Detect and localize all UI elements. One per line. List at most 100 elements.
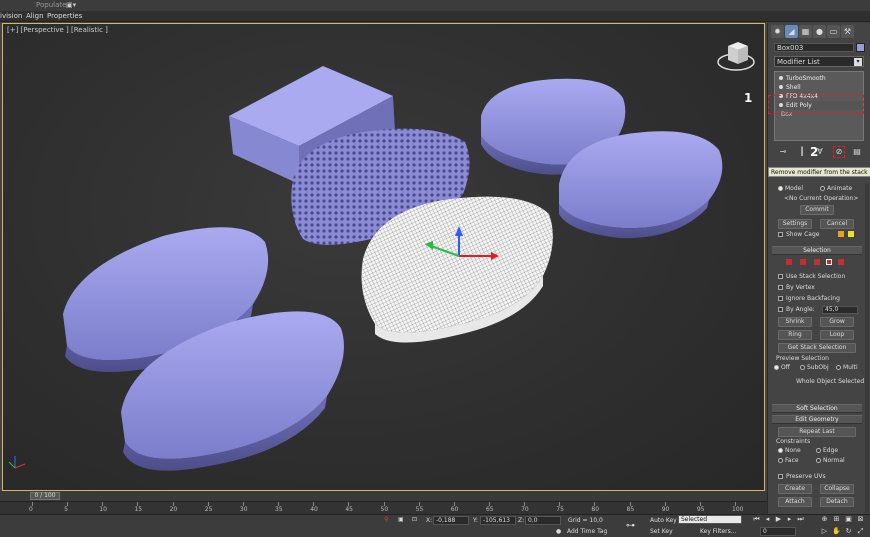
border-icon[interactable] xyxy=(814,259,820,265)
key-set-dropdown[interactable]: Selected xyxy=(678,515,742,524)
by-angle-spinner[interactable]: 45,0 xyxy=(822,306,858,314)
go-to-start-icon[interactable]: ⏮ xyxy=(752,515,761,524)
preview-multi-radio[interactable]: Multi xyxy=(836,364,858,371)
attach-button[interactable]: Attach xyxy=(778,497,812,507)
constraint-face-radio[interactable]: Face xyxy=(778,457,799,464)
orbit-icon[interactable]: ↻ xyxy=(844,527,853,536)
timeline-tick-label: 0 xyxy=(29,506,33,513)
model-radio[interactable]: Model xyxy=(778,185,803,192)
command-panel-scrollbar[interactable] xyxy=(865,183,869,513)
show-end-result-icon[interactable]: ┃ xyxy=(797,147,807,157)
populate-tab[interactable]: Populate xyxy=(36,1,66,9)
settings-button[interactable]: Settings xyxy=(778,219,812,229)
cage-color-swatch[interactable] xyxy=(838,231,844,237)
by-angle-checkbox[interactable]: By Angle: xyxy=(778,306,815,313)
zoom-extents-all-icon[interactable]: ⊠ xyxy=(856,515,865,524)
polygon-icon[interactable] xyxy=(826,259,832,265)
loop-button[interactable]: Loop xyxy=(820,330,854,340)
configure-modifier-sets-icon[interactable]: ▤ xyxy=(852,147,862,157)
add-time-tag-label[interactable]: Add Time Tag xyxy=(567,528,607,535)
stack-item-shell[interactable]: Shell xyxy=(777,83,863,92)
x-coordinate-field[interactable]: -0,188 xyxy=(433,516,469,525)
next-frame-icon[interactable]: ▸ xyxy=(785,515,794,524)
add-time-tag-icon[interactable]: ● xyxy=(556,528,561,535)
use-stack-selection-label: Use Stack Selection xyxy=(786,273,846,280)
selection-status-text: Whole Object Selected xyxy=(796,378,865,385)
object-color-swatch[interactable] xyxy=(856,43,865,52)
remove-modifier-icon[interactable]: ⊘ xyxy=(833,146,845,158)
edit-geometry-rollout-header[interactable]: Edit Geometry xyxy=(772,415,862,424)
motion-icon[interactable]: ● xyxy=(813,25,826,38)
menu-item-align[interactable]: Align xyxy=(26,12,44,20)
field-of-view-icon[interactable]: ▷ xyxy=(820,527,829,536)
use-stack-selection-checkbox[interactable]: Use Stack Selection xyxy=(778,273,845,280)
timeline-tick-label: 80 xyxy=(591,506,600,513)
modifier-list-dropdown[interactable]: Modifier List ▾ xyxy=(774,56,864,67)
auto-key-button[interactable]: Auto Key xyxy=(650,517,677,524)
z-coordinate-field[interactable]: 0,0 xyxy=(525,516,561,525)
set-key-button[interactable]: Set Key xyxy=(650,528,673,535)
current-frame-field[interactable]: 0 xyxy=(760,527,796,536)
preview-off-radio[interactable]: Off xyxy=(774,364,790,371)
key-icon[interactable]: ⊶ xyxy=(626,521,635,531)
perspective-viewport[interactable]: [+] [Perspective ] [Realistic ] xyxy=(2,23,765,491)
viewport-scene[interactable] xyxy=(3,24,765,491)
utilities-icon[interactable]: ⚒ xyxy=(841,25,854,38)
zoom-icon[interactable]: ⊕ xyxy=(820,515,829,524)
view-cube-icon[interactable] xyxy=(717,42,755,71)
show-cage-checkbox[interactable]: Show Cage xyxy=(778,231,819,238)
ring-button[interactable]: Ring xyxy=(778,330,812,340)
menu-item-subdivision[interactable]: ivision xyxy=(0,12,22,20)
stack-item-turbosmooth[interactable]: TurboSmooth xyxy=(777,74,863,83)
by-vertex-checkbox[interactable]: By Vertex xyxy=(778,284,815,291)
key-filters-button[interactable]: Key Filters... xyxy=(700,528,737,535)
vertex-icon[interactable] xyxy=(786,259,792,265)
ignore-backfacing-checkbox[interactable]: Ignore Backfacing xyxy=(778,295,840,302)
shrink-button[interactable]: Shrink xyxy=(778,317,812,327)
absolute-mode-icon[interactable]: ⊡ xyxy=(412,516,417,523)
edge-icon[interactable] xyxy=(800,259,806,265)
object-name-field[interactable]: Box003 xyxy=(774,43,854,52)
grow-button[interactable]: Grow xyxy=(820,317,854,327)
get-stack-selection-button[interactable]: Get Stack Selection xyxy=(778,343,856,353)
collapse-button[interactable]: Collapse xyxy=(820,484,854,494)
create-icon[interactable]: ✹ xyxy=(771,25,784,38)
play-icon[interactable]: ▶ xyxy=(774,515,783,524)
pan-icon[interactable]: ✋ xyxy=(832,527,841,536)
element-icon[interactable] xyxy=(838,259,844,265)
lightbulb-icon[interactable] xyxy=(779,85,783,89)
commit-button[interactable]: Commit xyxy=(800,205,834,215)
cancel-button[interactable]: Cancel xyxy=(820,219,854,229)
stack-item-label: TurboSmooth xyxy=(786,75,826,82)
previous-frame-icon[interactable]: ◂ xyxy=(763,515,772,524)
go-to-end-icon[interactable]: ⏭ xyxy=(796,515,805,524)
pin-stack-icon[interactable]: ⊸ xyxy=(778,147,788,157)
constraint-none-radio[interactable]: None xyxy=(778,447,801,454)
repeat-last-button[interactable]: Repeat Last xyxy=(778,427,856,437)
display-icon[interactable]: ▭ xyxy=(827,25,840,38)
zoom-extents-icon[interactable]: ▣ xyxy=(844,515,853,524)
y-coordinate-field[interactable]: -105,613 xyxy=(480,516,516,525)
selection-rollout-header[interactable]: Selection xyxy=(772,246,862,255)
time-slider[interactable]: 0 / 100 xyxy=(0,491,767,501)
cage-selected-color-swatch[interactable] xyxy=(848,231,854,237)
preview-subobj-radio[interactable]: SubObj xyxy=(800,364,829,371)
maximize-viewport-icon[interactable]: ⤢ xyxy=(856,527,865,536)
time-slider-thumb[interactable]: 0 / 100 xyxy=(30,492,60,500)
menu-item-properties[interactable]: Properties xyxy=(47,12,82,20)
modify-icon[interactable]: ◢ xyxy=(785,25,798,38)
preserve-uvs-checkbox[interactable]: Preserve UVs xyxy=(778,473,826,480)
constraint-normal-radio[interactable]: Normal xyxy=(816,457,845,464)
isolate-icon[interactable]: ▣ xyxy=(398,516,404,523)
track-bar[interactable]: 0 5 10 15 20 25 30 35 40 45 50 55 60 65 70 75 80 85 90 95 10… xyxy=(0,501,767,514)
soft-selection-rollout-header[interactable]: Soft Selection xyxy=(772,404,862,413)
lock-selection-icon[interactable]: ⚲ xyxy=(384,516,388,523)
detach-button[interactable]: Detach xyxy=(820,497,854,507)
create-button[interactable]: Create xyxy=(778,484,812,494)
animate-radio[interactable]: Animate xyxy=(820,185,852,192)
constraint-edge-radio[interactable]: Edge xyxy=(816,447,838,454)
camera-toggle-icon[interactable]: ▣▾ xyxy=(66,1,76,9)
zoom-all-icon[interactable]: ⊞ xyxy=(832,515,841,524)
lightbulb-icon[interactable] xyxy=(779,76,783,80)
hierarchy-icon[interactable]: ▦ xyxy=(799,25,812,38)
